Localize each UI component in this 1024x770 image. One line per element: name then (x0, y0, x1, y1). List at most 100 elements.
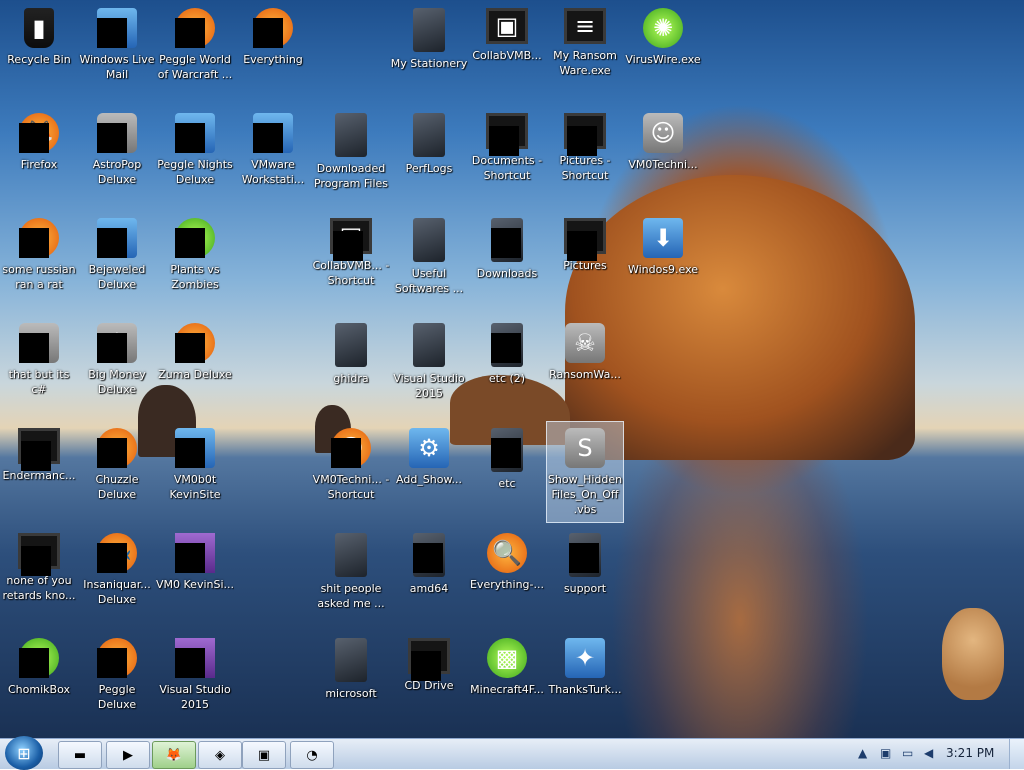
desktop-icon[interactable]: ✺ VirusWire.exe (625, 2, 701, 102)
taskbar-button-media-player[interactable]: ▶ (106, 741, 150, 769)
tray-network-icon[interactable]: ▣ (880, 746, 891, 760)
desktop-icon[interactable]: ○ Everything (235, 2, 311, 102)
desktop-icon-label: VM0 KevinSi... (156, 578, 234, 591)
desktop-icon[interactable]: support (547, 527, 623, 627)
redaction-box (97, 543, 127, 573)
desktop-icon-image (491, 218, 523, 262)
desktop-icon-label: support (563, 582, 607, 595)
desktop-icon-label: Visual Studio 2015 (159, 683, 231, 711)
desktop-icon[interactable]: ≡Endermanc... (1, 422, 77, 522)
desktop-icon[interactable]: ghidra (313, 317, 389, 417)
redaction-box (19, 333, 49, 363)
desktop-icon[interactable]: ⬇ Windos9.exe (625, 212, 701, 312)
show-desktop-button[interactable] (1009, 739, 1024, 769)
desktop-icon-label: Add_Show... (396, 473, 462, 486)
desktop-icon-image (491, 428, 523, 472)
redaction-box (19, 228, 49, 258)
desktop-icon[interactable]: Pictures - Shortcut (547, 107, 623, 207)
desktop-icon[interactable]: PerfLogs (391, 107, 467, 207)
desktop-icon-image (413, 218, 445, 262)
desktop-icon-image (335, 113, 367, 157)
redaction-box (567, 126, 597, 156)
desktop-icon[interactable]: ▤ VM0 KevinSi... (156, 527, 234, 627)
desktop-icon-label: etc (2) (488, 372, 526, 385)
desktop-icon[interactable]: 🦊 Firefox (1, 107, 77, 207)
desktop-icon-label: Windos9.exe (627, 263, 699, 276)
tray-chevron-icon[interactable]: ▲ (858, 746, 867, 760)
desktop-icon[interactable]: none of you retards kno... (1, 527, 77, 627)
desktop-icon[interactable]: ◉ Zuma Deluxe (157, 317, 233, 417)
desktop-icon-label: CollabVMB... - Shortcut (312, 259, 390, 287)
desktop-icon-label: Peggle World of Warcraft ... (157, 53, 233, 81)
desktop-icon[interactable]: ◆ Bejeweled Deluxe (79, 212, 155, 312)
redaction-box (97, 438, 127, 468)
redaction-box (333, 231, 363, 261)
desktop-icon[interactable]: ▦ that but its c# (1, 317, 77, 417)
desktop-icon[interactable]: ▩ ChomikBox (1, 632, 77, 732)
desktop-icon[interactable]: e some russian ran a rat (1, 212, 77, 312)
taskbar-button-firefox[interactable]: 🦊 (152, 741, 196, 769)
desktop-icon[interactable]: ★ AstroPop Deluxe (79, 107, 155, 207)
desktop-icon[interactable]: ☺ VM0Techni... - Shortcut (313, 422, 389, 522)
desktop-icon[interactable]: etc (469, 422, 545, 522)
desktop-icon[interactable]: ≡ My Ransom Ware.exe (547, 2, 623, 102)
taskbar-button-app-3[interactable]: ◈ (198, 741, 242, 769)
redaction-box (489, 126, 519, 156)
desktop-icon[interactable]: microsoft (313, 632, 389, 732)
desktop-icon-label: shit people asked me ... (317, 582, 385, 610)
desktop-icon[interactable]: etc (2) (469, 317, 545, 417)
desktop-icon-label: AstroPop Deluxe (92, 158, 142, 186)
desktop-icon[interactable]: ● Peggle World of Warcraft ... (157, 2, 233, 102)
desktop-icon-image: ☠ (565, 323, 605, 363)
hamster-mascot (942, 608, 1004, 700)
tray-volume-icon[interactable]: ◀ (924, 746, 933, 760)
desktop-icon[interactable]: ∞ Visual Studio 2015 (157, 632, 233, 732)
desktop-icon[interactable]: Visual Studio 2015 (391, 317, 467, 417)
desktop-icon[interactable]: ▩ Minecraft4F... (469, 632, 545, 732)
desktop-icon[interactable]: S Show_Hidden Files_On_Off .vbs (546, 421, 624, 523)
desktop-icon-image: ⚙ (409, 428, 449, 468)
desktop-icon[interactable]: Documents - Shortcut (469, 107, 545, 207)
desktop-icon[interactable]: ● Peggle Deluxe (79, 632, 155, 732)
desktop-icon-image: ▤ (175, 533, 215, 573)
desktop-icon[interactable]: ▤ VM0b0t KevinSite (157, 422, 233, 522)
redaction-box (175, 648, 205, 678)
desktop-icon[interactable]: ▣CollabVMB... - Shortcut (313, 212, 389, 312)
desktop-icon[interactable]: ☠ RansomWa... (547, 317, 623, 417)
taskbar-button-cmd[interactable]: ▬ (58, 741, 102, 769)
desktop-icon[interactable]: ✿ Plants vs Zombies (157, 212, 233, 312)
desktop-icon[interactable]: ⚙ Add_Show... (391, 422, 467, 522)
desktop-icon[interactable]: Downloaded Program Files (313, 107, 389, 207)
desktop-icon-label: Zuma Deluxe (158, 368, 232, 381)
desktop-icon-image: ☺ (331, 428, 371, 468)
desktop-icon[interactable]: ☾ Peggle Nights Deluxe (157, 107, 233, 207)
taskbar-button-app-4[interactable]: ▣ (242, 741, 286, 769)
desktop-icon[interactable]: shit people asked me ... (313, 527, 389, 627)
desktop-icon[interactable]: amd64 (391, 527, 467, 627)
desktop-icon-image (335, 323, 367, 367)
desktop-icon[interactable]: ● Chuzzle Deluxe (79, 422, 155, 522)
desktop-icon[interactable]: ▣ CollabVMB... (469, 2, 545, 102)
desktop-icon[interactable]: Useful Softwares ... (391, 212, 467, 312)
desktop-icon-label: Useful Softwares ... (394, 267, 464, 295)
desktop-icon[interactable]: My Stationery (391, 2, 467, 102)
desktop-icon[interactable]: ✦ ThanksTurk... (547, 632, 623, 732)
desktop-icon[interactable]: ▤ VMware Workstati... (235, 107, 311, 207)
desktop-icon[interactable]: CD Drive (391, 632, 467, 732)
desktop-icon[interactable]: ☺ VM0Techni... (625, 107, 701, 207)
clock[interactable]: 3:21 PM (946, 746, 994, 760)
redaction-box (175, 333, 205, 363)
desktop-icon-label: Plants vs Zombies (170, 263, 220, 291)
desktop-icon[interactable]: Downloads (469, 212, 545, 312)
tray-monitor-icon[interactable]: ▭ (902, 746, 913, 760)
redaction-box (19, 648, 49, 678)
desktop-icon[interactable]: ✉ Windows Live Mail (79, 2, 155, 102)
start-button[interactable]: ⊞ (5, 736, 43, 770)
desktop-icon[interactable]: 🔍 Everything-... (469, 527, 545, 627)
desktop-icon[interactable]: 🐟 Insaniquar... Deluxe (79, 527, 155, 627)
redaction-box (175, 438, 205, 468)
taskbar-button-app-5[interactable]: ◔ (290, 741, 334, 769)
desktop-icon[interactable]: ▮ Recycle Bin (1, 2, 77, 102)
desktop-icon[interactable]: Pictures (547, 212, 623, 312)
desktop-icon[interactable]: $ Big Money Deluxe (79, 317, 155, 417)
